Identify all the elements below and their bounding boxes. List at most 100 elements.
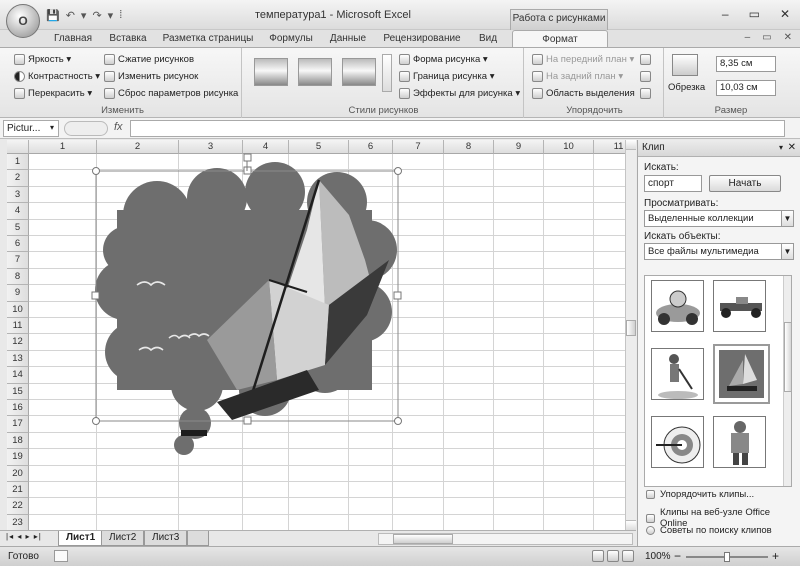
brightness-button[interactable]: Яркость ▾ xyxy=(14,54,71,65)
align-icon xyxy=(640,54,651,65)
clip-result-sailboat-selected[interactable] xyxy=(713,344,770,404)
clip-result-race-car-cartoon[interactable] xyxy=(651,280,704,332)
maximize-icon[interactable]: ▭ xyxy=(749,7,760,21)
styles-gallery-scroll[interactable] xyxy=(382,54,392,92)
search-tips-link[interactable]: Советы по поиску клипов xyxy=(646,525,772,536)
picture-shape-button[interactable]: Форма рисунка ▾ xyxy=(399,54,488,65)
clip-result-formula-car[interactable] xyxy=(713,280,766,332)
page-break-view-icon[interactable] xyxy=(622,550,634,562)
effects-icon xyxy=(399,88,410,99)
sheet-navigation[interactable]: |◂ ◂ ▸ ▸| xyxy=(6,532,42,541)
horizontal-scrollbar[interactable] xyxy=(378,533,633,545)
group-objects-button[interactable] xyxy=(640,71,651,82)
recolor-button[interactable]: Перекрасить ▾ xyxy=(14,88,92,99)
picture-border-button[interactable]: Граница рисунка ▾ xyxy=(399,71,495,82)
compress-pictures-button[interactable]: Сжатие рисунков xyxy=(104,54,194,65)
formula-car-icon xyxy=(720,297,762,318)
context-tab-title: Работа с рисунками xyxy=(510,9,608,30)
golfer-icon xyxy=(658,354,698,399)
window-controls: – ▭ ✕ xyxy=(722,7,790,21)
organize-clips-link[interactable]: Упорядочить клипы... xyxy=(646,489,754,500)
results-scroll-thumb[interactable] xyxy=(784,322,791,392)
selection-pane-button[interactable]: Область выделения xyxy=(532,88,635,99)
name-box-dropdown-icon[interactable]: ▾ xyxy=(50,123,54,132)
send-to-back-button[interactable]: На задний план ▾ xyxy=(532,71,623,82)
normal-view-icon[interactable] xyxy=(592,550,604,562)
picture-sailboat[interactable] xyxy=(7,140,625,530)
media-type-dropdown-icon[interactable]: ▼ xyxy=(781,243,794,260)
hscroll-thumb[interactable] xyxy=(393,534,453,544)
tab-review[interactable]: Рецензирование xyxy=(378,30,466,48)
clip-search-input[interactable]: спорт xyxy=(644,175,702,192)
ribbon-minimize-icon[interactable]: – xyxy=(745,32,751,43)
picture-shape-label: Форма рисунка ▾ xyxy=(413,54,488,65)
view-buttons xyxy=(592,550,634,562)
scroll-up-icon[interactable] xyxy=(626,140,636,150)
clip-result-golfer[interactable] xyxy=(651,348,704,400)
contrast-label: Контрастность ▾ xyxy=(28,71,101,82)
style-thumb-2[interactable] xyxy=(298,58,332,86)
sailboat-icon xyxy=(719,350,764,398)
bring-to-front-button[interactable]: На передний план ▾ xyxy=(532,54,634,65)
tab-view[interactable]: Вид xyxy=(470,30,506,48)
rotate-button[interactable] xyxy=(640,88,651,99)
redo-icon[interactable]: ↷ xyxy=(92,9,101,22)
tab-data[interactable]: Данные xyxy=(324,30,372,48)
clip-result-target[interactable] xyxy=(651,416,704,468)
redo-dropdown-icon[interactable]: ▾ xyxy=(108,9,114,22)
page-layout-view-icon[interactable] xyxy=(607,550,619,562)
style-thumb-3[interactable] xyxy=(342,58,376,86)
zoom-level[interactable]: 100% xyxy=(645,551,671,562)
office-button[interactable]: O xyxy=(6,4,40,38)
tab-formulas[interactable]: Формулы xyxy=(262,30,320,48)
save-icon[interactable]: 💾 xyxy=(46,9,60,22)
macro-record-icon[interactable] xyxy=(54,550,68,562)
pane-options-icon[interactable]: ▾ xyxy=(779,140,783,156)
formula-input[interactable] xyxy=(130,120,785,137)
sheet-tab-3[interactable]: Лист3 xyxy=(144,531,188,546)
results-scrollbar[interactable] xyxy=(783,276,791,486)
reset-picture-button[interactable]: Сброс параметров рисунка xyxy=(104,88,238,99)
office-logo-icon: O xyxy=(18,14,28,28)
insert-sheet-icon[interactable] xyxy=(187,531,209,546)
tab-page-layout[interactable]: Разметка страницы xyxy=(156,30,260,48)
zoom-slider-thumb[interactable] xyxy=(724,552,730,562)
media-type-select[interactable]: Все файлы мультимедиа xyxy=(644,243,782,260)
tab-home[interactable]: Главная xyxy=(46,30,100,48)
scroll-down-icon[interactable] xyxy=(626,520,636,530)
tab-format[interactable]: Формат xyxy=(512,30,608,48)
style-thumb-1[interactable] xyxy=(254,58,288,86)
pane-close-icon[interactable]: ✕ xyxy=(788,140,796,156)
tab-insert[interactable]: Вставка xyxy=(102,30,154,48)
width-input[interactable]: 10,03 см xyxy=(716,80,776,96)
crop-icon[interactable] xyxy=(672,54,698,76)
vertical-scrollbar[interactable] xyxy=(625,140,636,530)
zoom-in-icon[interactable]: + xyxy=(772,549,779,563)
formula-zoom-control[interactable] xyxy=(64,121,108,136)
zoom-out-icon[interactable]: − xyxy=(674,549,681,563)
insert-function-icon[interactable]: fx xyxy=(114,121,123,133)
sheet-tab-1[interactable]: Лист1 xyxy=(58,531,104,546)
minimize-icon[interactable]: – xyxy=(722,7,729,21)
close-icon[interactable]: ✕ xyxy=(780,7,790,21)
crop-label[interactable]: Обрезка xyxy=(668,82,705,93)
zoom-slider[interactable] xyxy=(686,552,768,562)
worksheet-grid[interactable]: 1 2 3 4 5 6 7 8 9 10 11 1 2 3 4 5 6 7 8 9 10 11 12 13 14 15 16 17 1… xyxy=(7,140,625,530)
undo-icon[interactable]: ↶ xyxy=(66,9,75,22)
align-button[interactable] xyxy=(640,54,651,65)
contrast-button[interactable]: Контрастность ▾ xyxy=(14,71,100,82)
collections-select[interactable]: Выделенные коллекции xyxy=(644,210,782,227)
ribbon-close-icon[interactable]: ✕ xyxy=(784,32,792,43)
sheet-tab-2[interactable]: Лист2 xyxy=(101,531,145,546)
collections-dropdown-icon[interactable]: ▼ xyxy=(781,210,794,227)
clip-result-hiker[interactable] xyxy=(713,416,766,468)
clip-go-button[interactable]: Начать xyxy=(709,175,781,192)
height-input[interactable]: 8,35 см xyxy=(716,56,776,72)
scroll-thumb[interactable] xyxy=(626,320,636,336)
ribbon-restore-icon[interactable]: ▭ xyxy=(762,32,771,43)
customize-qat-icon[interactable]: ⁞ xyxy=(119,9,122,21)
reset-picture-icon xyxy=(104,88,115,99)
undo-dropdown-icon[interactable]: ▾ xyxy=(81,9,87,22)
change-picture-button[interactable]: Изменить рисунок xyxy=(104,71,198,82)
picture-effects-button[interactable]: Эффекты для рисунка ▾ xyxy=(399,88,520,99)
